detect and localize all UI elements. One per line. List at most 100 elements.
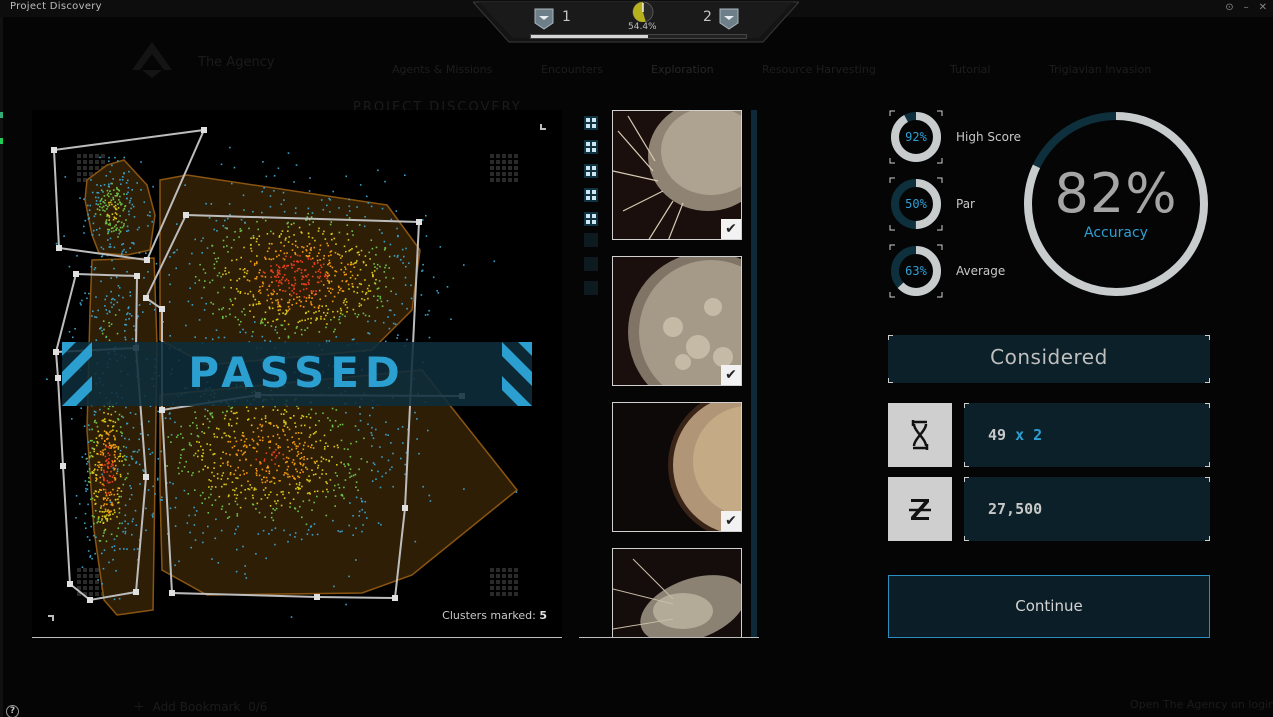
par-ring: 50% bbox=[888, 176, 944, 232]
cell-image-1[interactable]: ✔ bbox=[612, 110, 742, 240]
rank-badge-left-icon bbox=[534, 8, 554, 30]
tab-agents-missions[interactable]: Agents & Missions bbox=[392, 63, 492, 76]
par-label: Par bbox=[956, 197, 975, 211]
passed-banner: PASSED bbox=[62, 342, 532, 406]
rank-right: 2 bbox=[703, 9, 712, 25]
polygon-vertex-handle[interactable] bbox=[402, 505, 408, 511]
open-on-login-label[interactable]: Open The Agency on login bbox=[1130, 698, 1273, 711]
polygon-vertex-handle[interactable] bbox=[73, 271, 79, 277]
grid-view-icon[interactable] bbox=[584, 139, 598, 154]
polygon-vertex-handle[interactable] bbox=[159, 306, 165, 312]
tab-encounters[interactable]: Encounters bbox=[541, 63, 603, 76]
gallery-slot bbox=[584, 281, 598, 295]
tab-resource-harvesting[interactable]: Resource Harvesting bbox=[762, 63, 876, 76]
grid-view-icon[interactable] bbox=[584, 211, 598, 226]
multiplier-tile bbox=[888, 403, 952, 467]
polygon-vertex-handle[interactable] bbox=[314, 594, 320, 600]
grid-view-icon[interactable] bbox=[584, 115, 598, 130]
multiplier-base: 49 bbox=[988, 426, 1007, 444]
multiplier-value: 49 x 2 bbox=[988, 426, 1042, 444]
grid-view-icon[interactable] bbox=[584, 163, 598, 178]
reference-cluster-region bbox=[84, 159, 156, 256]
settings-icon[interactable]: ⊙ bbox=[1225, 2, 1233, 13]
checkmark-icon: ✔ bbox=[721, 511, 741, 531]
high-score-value: 92% bbox=[905, 130, 927, 144]
multiplier-factor: 2 bbox=[1033, 426, 1043, 444]
agency-logo-icon bbox=[132, 42, 172, 78]
polygon-vertex-handle[interactable] bbox=[67, 581, 73, 587]
add-bookmark-button[interactable]: ＋ Add Bookmark 0/6 bbox=[133, 698, 267, 715]
window-title: Project Discovery bbox=[10, 1, 102, 12]
checkmark-icon: ✔ bbox=[721, 365, 741, 385]
help-icon[interactable]: ? bbox=[6, 705, 19, 717]
left-indicator bbox=[0, 138, 3, 144]
rank-left: 1 bbox=[562, 9, 571, 25]
isk-tile bbox=[888, 477, 952, 541]
polygon-vertex-handle[interactable] bbox=[183, 212, 189, 218]
polygon-vertex-handle[interactable] bbox=[143, 474, 149, 480]
average-label: Average bbox=[956, 264, 1006, 278]
polygon-vertex-handle[interactable] bbox=[392, 595, 398, 601]
high-score-label: High Score bbox=[956, 130, 1022, 144]
par-value: 50% bbox=[905, 197, 927, 211]
polygon-vertex-handle[interactable] bbox=[133, 589, 139, 595]
isk-currency-icon bbox=[909, 499, 931, 520]
add-bookmark-label: Add Bookmark bbox=[152, 700, 241, 714]
polygon-vertex-handle[interactable] bbox=[144, 257, 150, 263]
progress-hud: 1 54.4% 2 bbox=[473, 0, 799, 44]
polygon-vertex-handle[interactable] bbox=[56, 245, 62, 251]
grid-view-icon[interactable] bbox=[584, 187, 598, 202]
tab-triglavian-invasion[interactable]: Triglavian Invasion bbox=[1049, 63, 1151, 76]
hazard-stripes-right bbox=[502, 342, 532, 406]
high-score-ring: 92% bbox=[888, 109, 944, 165]
tab-tutorial[interactable]: Tutorial bbox=[950, 63, 990, 76]
rank-progress-percent: 54.4% bbox=[628, 22, 657, 32]
isk-reward-box: 27,500 bbox=[964, 477, 1210, 541]
gallery-slot bbox=[584, 233, 598, 247]
average-value: 63% bbox=[905, 264, 927, 278]
reference-cluster-region bbox=[159, 174, 421, 366]
cell-image-3[interactable]: ✔ bbox=[612, 402, 742, 532]
average-ring: 63% bbox=[888, 243, 944, 299]
checkmark-icon: ✔ bbox=[721, 219, 741, 239]
cell-image-4[interactable] bbox=[612, 548, 742, 637]
dna-helix-icon bbox=[911, 420, 929, 450]
minimize-icon[interactable]: – bbox=[1244, 2, 1249, 13]
multiplier-box: 49 x 2 bbox=[964, 403, 1210, 467]
left-indicator bbox=[0, 112, 3, 118]
clusters-marked-count: 5 bbox=[539, 609, 547, 622]
plot-corner-marker bbox=[540, 124, 546, 130]
gallery-scrollbar[interactable] bbox=[751, 110, 757, 637]
polygon-vertex-handle[interactable] bbox=[87, 597, 93, 603]
cell-image-2[interactable]: ✔ bbox=[612, 256, 742, 386]
polygon-vertex-handle[interactable] bbox=[159, 407, 165, 413]
left-edge-strip bbox=[0, 17, 3, 717]
cell-image-gallery: ✔ ✔ ✔ bbox=[579, 110, 759, 638]
clusters-marked: Clusters marked: 5 bbox=[442, 609, 547, 622]
polygon-vertex-handle[interactable] bbox=[60, 463, 66, 469]
polygon-vertex-handle[interactable] bbox=[169, 590, 175, 596]
rank-progress-gauge-icon bbox=[632, 1, 654, 22]
close-icon[interactable]: ✕ bbox=[1259, 2, 1267, 13]
rank-progress-bar bbox=[530, 34, 747, 39]
cytometry-plot-panel[interactable]: PASSED Clusters marked: 5 bbox=[32, 110, 562, 638]
gallery-slot bbox=[584, 257, 598, 271]
polygon-vertex-handle[interactable] bbox=[201, 127, 207, 133]
clusters-marked-label: Clusters marked: bbox=[442, 609, 536, 622]
polygon-vertex-handle[interactable] bbox=[55, 375, 61, 381]
result-status-box: Considered bbox=[888, 335, 1210, 383]
polygon-vertex-handle[interactable] bbox=[134, 273, 140, 279]
tab-exploration[interactable]: Exploration bbox=[651, 63, 714, 76]
continue-button[interactable]: Continue bbox=[888, 575, 1210, 638]
polygon-vertex-handle[interactable] bbox=[416, 219, 422, 225]
polygon-vertex-handle[interactable] bbox=[143, 295, 149, 301]
result-banner-text: PASSED bbox=[188, 348, 406, 397]
multiplier-sep: x bbox=[1015, 426, 1025, 444]
agency-title: The Agency bbox=[198, 55, 275, 70]
polygon-vertex-handle[interactable] bbox=[53, 349, 59, 355]
plot-corner-marker bbox=[48, 615, 54, 621]
accuracy-label: Accuracy bbox=[1084, 225, 1148, 241]
rank-badge-right-icon bbox=[719, 8, 739, 30]
accuracy-value: 82% bbox=[1054, 162, 1178, 225]
polygon-vertex-handle[interactable] bbox=[51, 147, 57, 153]
